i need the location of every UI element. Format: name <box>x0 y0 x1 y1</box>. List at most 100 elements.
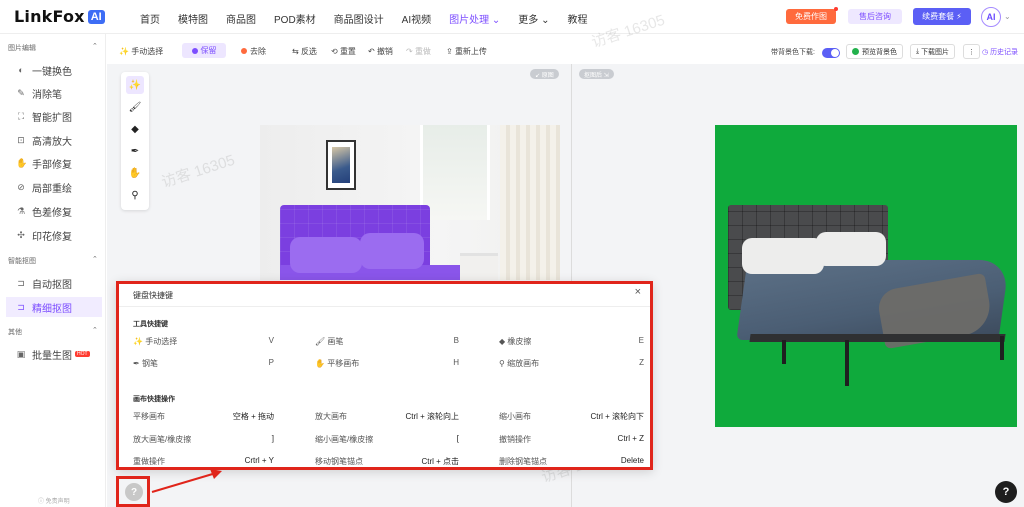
shortcut-pen: ✒ 钢笔 <box>133 359 158 368</box>
logo-badge: AI <box>87 9 105 24</box>
eraser-icon[interactable]: ◆ <box>126 120 144 138</box>
sidebar-item-upscale[interactable]: ⊡ 高清放大 <box>16 130 102 150</box>
nav-item-product[interactable]: 商品图 <box>226 11 256 26</box>
curtain <box>500 125 560 280</box>
manual-select-label: 手动选择 <box>131 47 164 56</box>
tools-section-title: 工具快捷键 <box>133 321 168 328</box>
shortcut-manual-select: ✨ 手动选择 <box>133 337 178 346</box>
nav-item-ai-video[interactable]: AI视频 <box>402 11 431 26</box>
inpaint-icon: ⊘ <box>17 181 25 192</box>
pen-icon[interactable]: ✒ <box>126 142 144 160</box>
reupload-button[interactable]: ⇪ 重新上传 <box>446 46 487 57</box>
shortcut-zoom: ⚲ 缩放画布 <box>499 359 540 368</box>
shortcut-key: Delete <box>620 456 644 465</box>
sidebar-item-label: 智能扩图 <box>32 112 72 124</box>
eraser-pen-icon: ✎ <box>17 87 25 98</box>
redo-button[interactable]: ↷ 重做 <box>406 46 431 57</box>
shortcut-key: H <box>453 358 459 367</box>
magic-wand-icon[interactable]: ✨ <box>126 76 144 94</box>
reset-button[interactable]: ⟲ 重置 <box>331 46 356 57</box>
sidebar-item-expand[interactable]: ⛶ 智能扩图 <box>16 106 102 126</box>
nav-item-more[interactable]: 更多 ⌄ <box>518 11 549 26</box>
sidebar-group-other: 其他 <box>8 329 22 336</box>
bed-leg <box>845 340 849 386</box>
keep-label: 保留 <box>200 46 217 55</box>
history-link[interactable]: ◷ 历史记录 <box>982 47 1018 57</box>
upscale-icon: ⊡ <box>17 134 25 145</box>
sidebar-item-label: 自动抠图 <box>32 279 72 291</box>
sidebar-item-label: 手部修复 <box>32 159 72 171</box>
erase-label: 去除 <box>250 47 266 56</box>
sidebar-item-label: 消除笔 <box>32 89 62 101</box>
sidebar-item-batch-generate[interactable]: ▣ 批量生图 HOT <box>16 344 102 364</box>
result-pillow <box>742 238 824 274</box>
annotation-arrow <box>151 469 222 493</box>
after-sales-button[interactable]: 售后咨询 <box>848 9 902 24</box>
avatar[interactable]: AI <box>981 7 1001 27</box>
nav-item-model[interactable]: 模特图 <box>178 11 208 26</box>
sidebar-item-inpaint[interactable]: ⊘ 局部重绘 <box>16 177 102 197</box>
dialog-title: 键盘快捷键 <box>133 291 173 300</box>
help-button-right[interactable]: ? <box>995 481 1017 503</box>
nav-item-tutorial[interactable]: 教程 <box>567 11 587 26</box>
nightstand <box>460 253 498 280</box>
sidebar-item-label: 色差修复 <box>32 207 72 219</box>
hand-icon: ✋ <box>315 359 325 368</box>
brush-icon[interactable]: 🖌 <box>126 98 144 116</box>
top-nav: LinkFox AI 首页 模特图 商品图 POD素材 商品图设计 AI视频 图… <box>0 0 1024 34</box>
undo-label: 撤销 <box>376 47 393 56</box>
original-image-tag[interactable]: ↙ 原图 <box>530 69 559 79</box>
close-icon[interactable]: × <box>635 286 641 298</box>
sidebar-item-recolor[interactable]: ◐ 一键换色 <box>16 60 102 80</box>
chevron-up-icon[interactable]: ⌃ <box>92 42 98 50</box>
download-button[interactable]: ⤓ 下载图片 <box>910 44 956 59</box>
shortcut-key: P <box>268 358 274 367</box>
undo-button[interactable]: ↶ 撤销 <box>368 46 393 57</box>
color-fix-icon: ⚗ <box>16 205 26 216</box>
renew-plan-button[interactable]: 续费套餐 ⚡ <box>913 8 971 25</box>
download-icon: ⤓ <box>916 47 920 55</box>
sidebar-item-fine-cutout[interactable]: ⊐ 精细抠图 <box>6 297 102 317</box>
invert-label: 反选 <box>300 47 317 56</box>
frame-art <box>332 147 350 183</box>
manual-select-tool[interactable]: ✨ 手动选择 <box>119 46 163 57</box>
nav-item-home[interactable]: 首页 <box>140 11 160 26</box>
nav-item-pod[interactable]: POD素材 <box>274 11 316 26</box>
expand-icon: ⛶ <box>17 110 25 121</box>
chevron-up-icon[interactable]: ⌃ <box>92 326 98 334</box>
zoom-icon[interactable]: ⚲ <box>126 186 144 204</box>
sidebar-item-auto-cutout[interactable]: ⊐ 自动抠图 <box>16 273 102 293</box>
shortcut-label: 放大画布 <box>315 412 347 421</box>
reset-icon: ⟲ <box>331 47 338 56</box>
nav-item-product-design[interactable]: 商品图设计 <box>334 11 384 26</box>
sidebar-item-eraser-pen[interactable]: ✎ 消除笔 <box>16 83 102 103</box>
chevron-down-icon[interactable]: ⌄ <box>1004 12 1011 21</box>
help-button[interactable]: ? <box>125 483 143 501</box>
free-design-button[interactable]: 免费作图 <box>786 7 838 24</box>
more-options-button[interactable]: ⋮ <box>963 44 980 59</box>
sidebar-item-hand-fix[interactable]: ✋ 手部修复 <box>16 153 102 173</box>
help-highlight: ? <box>116 476 150 507</box>
sidebar-item-print-fix[interactable]: ✣ 印花修复 <box>16 225 102 245</box>
result-image-tag[interactable]: 抠图后 ⇲ <box>579 69 614 79</box>
logo[interactable]: LinkFox AI <box>14 7 105 26</box>
erase-button[interactable]: 去除 <box>241 46 266 57</box>
nav-item-image-process[interactable]: 图片处理 ⌄ <box>449 11 500 26</box>
sidebar-item-color-fix[interactable]: ⚗ 色差修复 <box>16 201 102 221</box>
disclaimer-link[interactable]: ⓘ 免责声明 <box>38 496 70 505</box>
eraser-icon: ◆ <box>499 337 506 346</box>
nav-menu: 首页 模特图 商品图 POD素材 商品图设计 AI视频 图片处理 ⌄ 更多 ⌄ … <box>140 11 605 26</box>
shortcut-label: 缩小画笔/橡皮擦 <box>315 435 374 444</box>
chevron-up-icon[interactable]: ⌃ <box>92 255 98 263</box>
shortcut-label: 平移画布 <box>133 412 165 421</box>
canvas-section-title: 画布快捷操作 <box>133 396 175 403</box>
invert-button[interactable]: ⇆ 反选 <box>292 46 317 57</box>
keep-button[interactable]: 保留 <box>182 43 226 58</box>
hand-icon[interactable]: ✋ <box>126 164 144 182</box>
bg-download-toggle[interactable] <box>822 48 840 58</box>
sidebar-item-label: 一键换色 <box>32 66 72 78</box>
preview-bg-button[interactable]: 预览背景色 <box>846 44 903 59</box>
invert-icon: ⇆ <box>292 47 299 56</box>
logo-text: LinkFox <box>14 7 85 26</box>
selected-pillow <box>290 237 362 273</box>
